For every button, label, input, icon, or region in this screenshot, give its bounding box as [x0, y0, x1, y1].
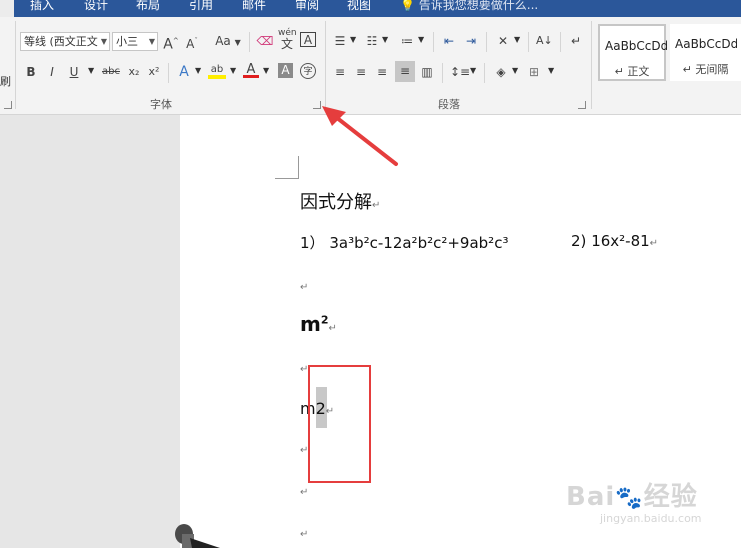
chevron-down-icon[interactable]: ▼ — [263, 66, 269, 75]
tab-insert[interactable]: 插入 — [30, 0, 54, 13]
sort-icon[interactable]: A↓ — [536, 32, 553, 50]
chevron-down-icon[interactable]: ▼ — [470, 66, 476, 75]
divider — [486, 32, 487, 52]
tab-view[interactable]: 视图 — [347, 0, 371, 13]
font-group-label: 字体 — [150, 98, 172, 111]
highlight-color-button[interactable]: ab — [208, 61, 226, 79]
character-figure-icon — [175, 524, 220, 548]
chevron-down-icon[interactable]: ▼ — [88, 66, 94, 75]
subscript-button[interactable]: x₂ — [126, 63, 142, 81]
divider — [168, 63, 169, 83]
chevron-down-icon: ▼ — [100, 37, 107, 46]
font-name-combo[interactable]: 等线 (西文正文 ▼ — [20, 32, 110, 51]
tab-mailings[interactable]: 邮件 — [242, 0, 266, 13]
chevron-down-icon: ▼ — [148, 37, 155, 46]
strikethrough-button[interactable]: abc — [100, 63, 122, 81]
chevron-down-icon[interactable]: ▼ — [512, 66, 518, 75]
divider — [325, 21, 326, 109]
chevron-down-icon[interactable]: ▼ — [418, 35, 424, 44]
ribbon-tab-strip: 插入 设计 布局 引用 邮件 审阅 视图 💡 告诉我您想要做什么... — [0, 0, 741, 17]
doc-problem-2[interactable]: 2) 16x²-81↵ — [571, 232, 658, 250]
clipboard-launcher-icon[interactable] — [4, 101, 12, 109]
shrink-font-button[interactable]: Aˇ — [184, 32, 200, 51]
distributed-icon[interactable]: ▥ — [419, 63, 435, 81]
chinese-layout-icon[interactable]: ✕ — [494, 32, 512, 50]
bullets-icon[interactable]: ☰ — [332, 32, 348, 50]
watermark-url: jingyan.baidu.com — [600, 512, 702, 525]
phonetic-guide-button[interactable]: wén 文 — [278, 28, 297, 50]
divider — [591, 21, 592, 109]
ribbon: 刷 等线 (西文正文 ▼ 小三 ▼ A^ Aˇ Aa ▼ ⌫ wén 文 A B I … — [0, 17, 741, 115]
annotation-highlight-box — [308, 365, 371, 483]
divider — [560, 32, 561, 52]
numbering-icon[interactable]: ☷ — [364, 32, 380, 50]
divider — [528, 32, 529, 52]
show-marks-icon[interactable]: ↵ — [568, 32, 584, 50]
clear-formatting-icon[interactable]: ⌫ — [256, 32, 274, 50]
divider — [442, 63, 443, 83]
line-spacing-icon[interactable]: ↕≡ — [450, 63, 470, 81]
tab-design[interactable]: 设计 — [84, 0, 108, 13]
borders-icon[interactable]: ⊞ — [526, 63, 542, 81]
divider — [484, 63, 485, 83]
shading-bucket-icon[interactable]: ◈ — [492, 63, 510, 81]
style-no-spacing[interactable]: AaBbCcDd ↵ 无间隔 — [670, 24, 741, 81]
divider — [433, 32, 434, 52]
highlight-swatch — [208, 75, 226, 79]
grow-font-button[interactable]: A^ — [163, 32, 179, 53]
tell-me-search[interactable]: 💡 告诉我您想要做什么... — [400, 0, 538, 13]
watermark-logo: Bai🐾经验 — [566, 482, 698, 512]
style-normal[interactable]: AaBbCcDd ↵ 正文 — [598, 24, 667, 81]
change-case-button[interactable]: Aa ▼ — [213, 32, 243, 50]
chevron-down-icon[interactable]: ▼ — [195, 66, 201, 75]
paragraph-dialog-launcher-icon[interactable] — [578, 101, 586, 109]
chevron-down-icon[interactable]: ▼ — [382, 35, 388, 44]
decrease-indent-icon[interactable]: ⇤ — [440, 32, 458, 50]
chevron-down-icon[interactable]: ▼ — [350, 35, 356, 44]
text-effects-button[interactable]: A — [176, 63, 192, 81]
align-left-icon[interactable]: ≡ — [332, 63, 348, 81]
chevron-down-icon[interactable]: ▼ — [514, 35, 520, 44]
align-right-icon[interactable]: ≡ — [374, 63, 390, 81]
chevron-down-icon[interactable]: ▼ — [230, 66, 236, 75]
justify-icon[interactable]: ≡ — [395, 61, 415, 82]
multilevel-list-icon[interactable]: ≔ — [398, 32, 416, 50]
italic-button[interactable]: I — [45, 63, 59, 81]
tab-references[interactable]: 引用 — [189, 0, 213, 13]
underline-button[interactable]: U — [67, 63, 81, 81]
doc-heading[interactable]: 因式分解↵ — [300, 188, 380, 214]
lightbulb-icon: 💡 — [400, 0, 415, 12]
superscript-button[interactable]: x² — [146, 63, 162, 81]
tab-review[interactable]: 审阅 — [295, 0, 319, 13]
character-shading-button[interactable]: A — [278, 63, 293, 78]
file-tab-edge[interactable] — [0, 0, 14, 17]
paragraph-mark: ↵ — [300, 529, 309, 540]
divider — [15, 21, 16, 109]
annotation-arrow-icon — [322, 106, 398, 166]
font-size-combo[interactable]: 小三 ▼ — [112, 32, 158, 51]
enclose-characters-button[interactable]: 字 — [300, 63, 316, 79]
paragraph-mark: ↵ — [300, 282, 309, 293]
paragraph-mark: ↵ — [300, 487, 309, 498]
paragraph-group-label: 段落 — [438, 98, 460, 111]
doc-m-squared[interactable]: m2↵ — [300, 312, 337, 336]
font-color-button[interactable]: A — [243, 61, 259, 79]
increase-indent-icon[interactable]: ⇥ — [462, 32, 480, 50]
character-border-button[interactable]: A — [300, 32, 316, 47]
document-margin-area — [0, 115, 180, 548]
bold-button[interactable]: B — [24, 63, 38, 81]
clipboard-edge-glyph: 刷 — [0, 75, 11, 88]
tab-layout[interactable]: 布局 — [136, 0, 160, 13]
page-corner-mark — [275, 156, 299, 179]
chevron-down-icon: ▼ — [234, 38, 241, 47]
divider — [249, 32, 250, 52]
align-center-icon[interactable]: ≡ — [353, 63, 369, 81]
doc-problem-line[interactable]: 1） 3a³b²c-12a²b²c²+9ab²c³ — [300, 232, 508, 253]
chevron-down-icon[interactable]: ▼ — [548, 66, 554, 75]
